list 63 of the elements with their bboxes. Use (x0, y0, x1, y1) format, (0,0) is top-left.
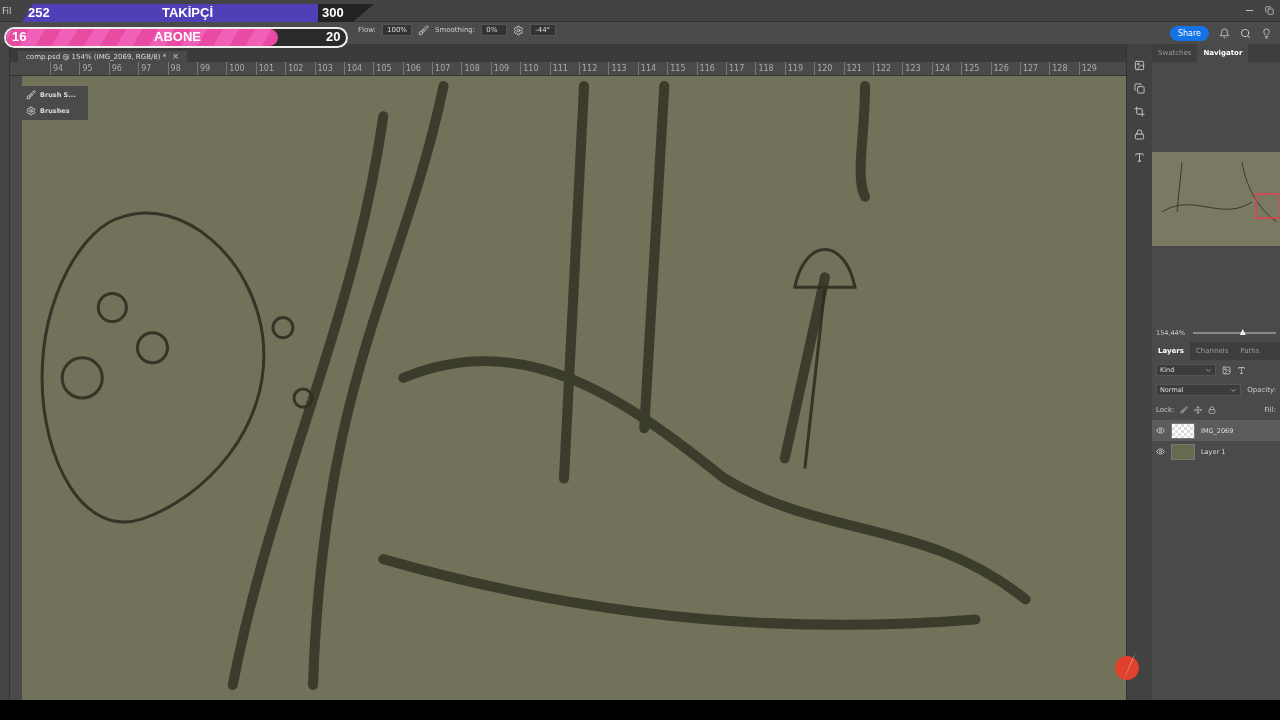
ruler-number: 114 (637, 62, 668, 75)
ruler-number: 95 (79, 62, 109, 75)
ruler-number: 103 (314, 62, 344, 75)
settings-icon[interactable] (513, 24, 525, 36)
ruler-number: 125 (961, 62, 991, 75)
ruler-number: 123 (902, 62, 932, 75)
ruler-number: 113 (608, 62, 638, 75)
visibility-icon[interactable] (1156, 447, 1165, 456)
ruler-number: 112 (579, 62, 609, 75)
brush-icon (26, 90, 36, 100)
ruler-number: 128 (1049, 62, 1079, 75)
layer-thumbnail (1171, 443, 1195, 460)
ruler-number: 124 (931, 62, 962, 75)
ruler-number: 116 (696, 62, 726, 75)
follower-count: 252 (28, 4, 50, 22)
brush-lock-icon[interactable] (1180, 406, 1189, 414)
follower-goal: 300 (322, 4, 344, 22)
character-icon[interactable] (1134, 152, 1145, 163)
ruler-number: 115 (667, 62, 697, 75)
type-filter-icon[interactable] (1237, 365, 1246, 375)
restore-icon[interactable] (1265, 6, 1274, 15)
ruler-number: 109 (490, 62, 521, 75)
ruler-number: 129 (1078, 62, 1109, 75)
ruler-number: 105 (373, 62, 403, 75)
ruler-number: 108 (461, 62, 491, 75)
subscriber-goal: 20 (326, 28, 341, 46)
move-lock-icon[interactable] (1194, 406, 1203, 414)
ruler-number: 126 (990, 62, 1020, 75)
ruler-number: 97 (138, 62, 168, 75)
subscriber-label: ABONE (154, 28, 201, 46)
ruler-number: 94 (50, 62, 80, 75)
ruler-number: 96 (108, 62, 139, 75)
ruler-number: 117 (726, 62, 756, 75)
slider-thumb[interactable] (1239, 329, 1246, 335)
ruler-number: 101 (255, 62, 286, 75)
visibility-icon[interactable] (1156, 426, 1165, 435)
share-button[interactable]: Share (1169, 25, 1209, 41)
ruler-number: 99 (196, 62, 227, 75)
follower-label: TAKİPÇİ (162, 4, 214, 22)
ruler-number: 100 (226, 62, 256, 75)
image-filter-icon[interactable] (1222, 365, 1231, 375)
menu-item[interactable]: Fil (2, 5, 12, 16)
search-icon[interactable] (1240, 27, 1251, 39)
notification-icon[interactable] (1219, 27, 1230, 39)
ruler-number: 104 (343, 62, 374, 75)
ruler-number: 118 (755, 62, 785, 75)
layer-thumbnail (1171, 422, 1195, 439)
chevron-down-icon (1230, 386, 1238, 394)
chevron-down-icon (1205, 366, 1212, 374)
subscriber-count: 16 (12, 28, 27, 46)
ruler-number: 119 (784, 62, 815, 75)
ruler-number: 102 (285, 62, 315, 75)
ruler-number: 122 (872, 62, 903, 75)
ruler-number: 127 (1019, 62, 1050, 75)
lock-icon[interactable] (1208, 406, 1217, 414)
ruler-number: 120 (814, 62, 844, 75)
ruler-number: 98 (167, 62, 197, 75)
ruler-number: 106 (402, 62, 433, 75)
ruler-number: 110 (520, 62, 550, 75)
ruler-number: 111 (549, 62, 580, 75)
ruler-number: 121 (843, 62, 873, 75)
ruler-number: 107 (432, 62, 462, 75)
lightbulb-icon[interactable] (1261, 27, 1272, 39)
